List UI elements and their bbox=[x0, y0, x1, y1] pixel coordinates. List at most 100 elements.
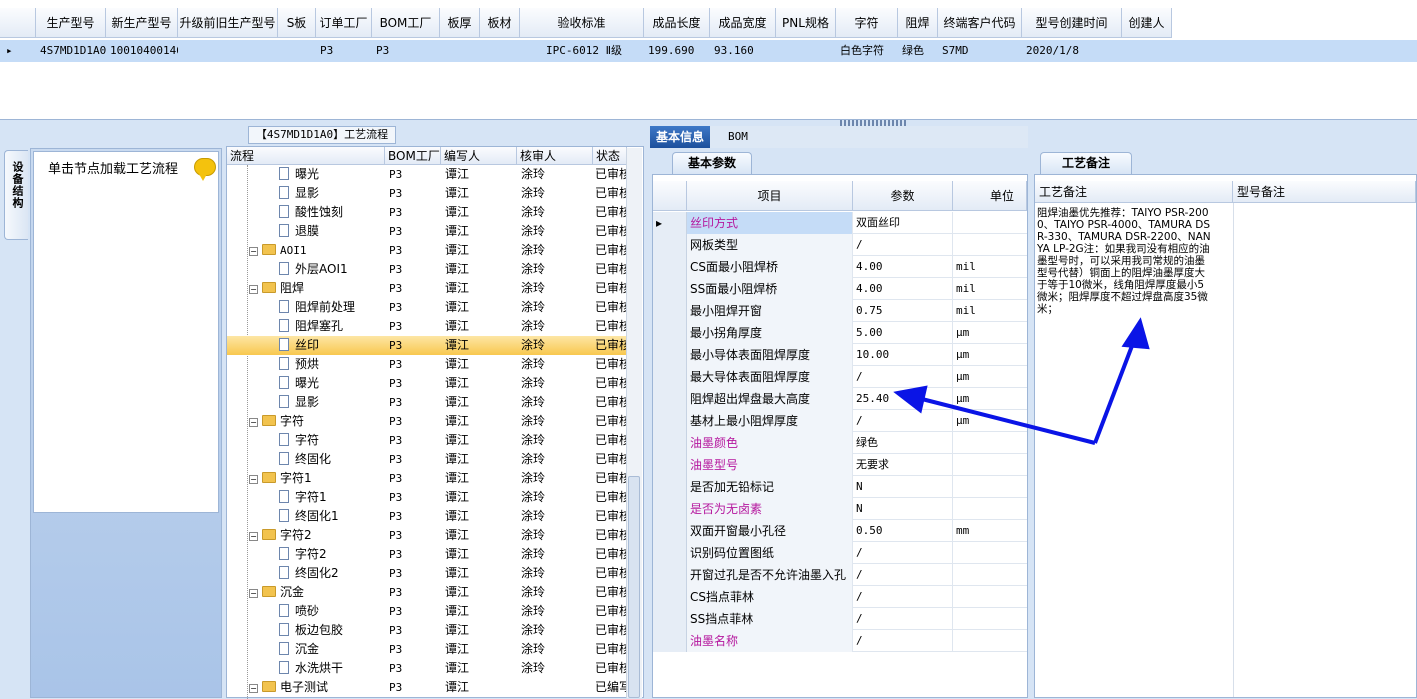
process-row[interactable]: 显影 P3 谭江 涂玲 已审核 bbox=[227, 184, 629, 203]
model-notes-header[interactable]: 型号备注 bbox=[1233, 181, 1416, 203]
process-row[interactable]: 字符1 P3 谭江 涂玲 已审核 bbox=[227, 488, 629, 507]
process-tree[interactable]: 流程 BOM工厂 编写人 核审人 状态 曝光 P3 谭江 涂玲 已审核 显影 P3 谭江 涂玲 已审核 酸性… bbox=[226, 146, 644, 699]
param-row[interactable]: 双面开窗最小孔径 0.50 mm bbox=[653, 520, 1027, 542]
grid-cell-col-3[interactable] bbox=[282, 40, 316, 62]
param-value[interactable]: / bbox=[853, 608, 953, 630]
param-row[interactable]: 最小导体表面阻焊厚度 10.00 μm bbox=[653, 344, 1027, 366]
grid-cell-col-13[interactable]: 绿色 bbox=[902, 40, 938, 62]
grid-header-col-0[interactable]: 生产型号 bbox=[36, 8, 106, 38]
process-header-col-2[interactable]: 编写人 bbox=[441, 147, 517, 165]
process-header-col-4[interactable]: 状态 bbox=[593, 147, 627, 165]
process-row[interactable]: 丝印 P3 谭江 涂玲 已审核 bbox=[227, 336, 629, 355]
process-header-col-1[interactable]: BOM工厂 bbox=[385, 147, 441, 165]
param-row[interactable]: 基材上最小阻焊厚度 / μm bbox=[653, 410, 1027, 432]
device-structure-tab[interactable]: 设备结构 bbox=[4, 150, 28, 240]
param-row[interactable]: SS面最小阻焊桥 4.00 mil bbox=[653, 278, 1027, 300]
param-row[interactable]: 识别码位置图纸 / bbox=[653, 542, 1027, 564]
grid-header-col-1[interactable]: 新生产型号 bbox=[106, 8, 178, 38]
grid-header-col-12[interactable]: 字符 bbox=[836, 8, 898, 38]
param-row[interactable]: 油墨颜色 绿色 bbox=[653, 432, 1027, 454]
process-row[interactable]: 退膜 P3 谭江 涂玲 已审核 bbox=[227, 222, 629, 241]
param-row[interactable]: 网板类型 / bbox=[653, 234, 1027, 256]
param-row[interactable]: 油墨型号 无要求 bbox=[653, 454, 1027, 476]
process-row[interactable]: 阻焊前处理 P3 谭江 涂玲 已审核 bbox=[227, 298, 629, 317]
grid-header-col-9[interactable]: 成品长度 bbox=[644, 8, 710, 38]
collapse-icon[interactable]: − bbox=[249, 285, 258, 294]
grid-cell-col-6[interactable] bbox=[444, 40, 480, 62]
collapse-icon[interactable]: − bbox=[249, 589, 258, 598]
param-row[interactable]: CS挡点菲林 / bbox=[653, 586, 1027, 608]
param-value[interactable]: / bbox=[853, 586, 953, 608]
process-row[interactable]: 终固化2 P3 谭江 涂玲 已审核 bbox=[227, 564, 629, 583]
process-row[interactable]: 喷砂 P3 谭江 涂玲 已审核 bbox=[227, 602, 629, 621]
param-row[interactable]: 开窗过孔是否不允许油墨入孔 / bbox=[653, 564, 1027, 586]
params-header-value[interactable]: 参数 bbox=[853, 181, 953, 211]
craft-note-text[interactable]: 阻焊油墨优先推荐：TAIYO PSR-2000、TAIYO PSR-4000、T… bbox=[1037, 207, 1213, 315]
process-row[interactable]: 终固化 P3 谭江 涂玲 已审核 bbox=[227, 450, 629, 469]
params-header-item[interactable]: 项目 bbox=[687, 181, 853, 211]
process-row[interactable]: 曝光 P3 谭江 涂玲 已审核 bbox=[227, 165, 629, 184]
param-row[interactable]: 阻焊超出焊盘最大高度 25.40 μm bbox=[653, 388, 1027, 410]
param-row[interactable]: 是否为无卤素 N bbox=[653, 498, 1027, 520]
process-row[interactable]: − 字符1 P3 谭江 涂玲 已审核 bbox=[227, 469, 629, 488]
process-row[interactable]: 沉金 P3 谭江 涂玲 已审核 bbox=[227, 640, 629, 659]
grid-cell-col-4[interactable]: P3 bbox=[320, 40, 372, 62]
collapse-icon[interactable]: − bbox=[249, 532, 258, 541]
grid-header-col-13[interactable]: 阻焊 bbox=[898, 8, 938, 38]
process-header-col-3[interactable]: 核审人 bbox=[517, 147, 593, 165]
param-value[interactable]: / bbox=[853, 410, 953, 432]
param-value[interactable]: 5.00 bbox=[853, 322, 953, 344]
grid-header-col-3[interactable]: S板 bbox=[278, 8, 316, 38]
grid-cell-col-15[interactable]: 2020/1/8 bbox=[1026, 40, 1122, 62]
tab-basic-params[interactable]: 基本参数 bbox=[672, 152, 752, 174]
process-row[interactable]: 字符 P3 谭江 涂玲 已审核 bbox=[227, 431, 629, 450]
param-value[interactable]: 0.50 bbox=[853, 520, 953, 542]
param-value[interactable]: / bbox=[853, 564, 953, 586]
param-value[interactable]: 绿色 bbox=[853, 432, 953, 454]
tab-bom[interactable]: BOM bbox=[722, 126, 754, 148]
process-row[interactable]: − 阻焊 P3 谭江 涂玲 已审核 bbox=[227, 279, 629, 298]
grid-header-col-15[interactable]: 型号创建时间 bbox=[1022, 8, 1122, 38]
grid-cell-col-9[interactable]: 199.690 bbox=[648, 40, 710, 62]
process-row[interactable]: − 字符 P3 谭江 涂玲 已审核 bbox=[227, 412, 629, 431]
tab-basic-info[interactable]: 基本信息 bbox=[650, 126, 711, 148]
param-value[interactable]: / bbox=[853, 234, 953, 256]
grid-cell-col-16[interactable] bbox=[1126, 40, 1172, 62]
process-row[interactable]: 水洗烘干 P3 谭江 涂玲 已审核 bbox=[227, 659, 629, 678]
param-value[interactable]: 无要求 bbox=[853, 454, 953, 476]
grid-cell-col-8[interactable]: IPC-6012 Ⅱ级 bbox=[524, 40, 644, 62]
param-row[interactable]: 油墨名称 / bbox=[653, 630, 1027, 652]
grid-header-col-10[interactable]: 成品宽度 bbox=[710, 8, 776, 38]
grid-header-col-16[interactable]: 创建人 bbox=[1122, 8, 1172, 38]
process-row[interactable]: 字符2 P3 谭江 涂玲 已审核 bbox=[227, 545, 629, 564]
grid-header-col-6[interactable]: 板厚 bbox=[440, 8, 480, 38]
craft-notes-header[interactable]: 工艺备注 bbox=[1035, 181, 1233, 203]
process-row[interactable]: − AOI1 P3 谭江 涂玲 已审核 bbox=[227, 241, 629, 260]
param-value[interactable]: / bbox=[853, 630, 953, 652]
param-value[interactable]: 4.00 bbox=[853, 256, 953, 278]
collapse-icon[interactable]: − bbox=[249, 475, 258, 484]
param-value[interactable]: 4.00 bbox=[853, 278, 953, 300]
param-row[interactable]: 最小拐角厚度 5.00 μm bbox=[653, 322, 1027, 344]
param-value[interactable]: N bbox=[853, 498, 953, 520]
param-row[interactable]: 是否加无铅标记 N bbox=[653, 476, 1027, 498]
process-header-col-0[interactable]: 流程 bbox=[227, 147, 385, 165]
process-row[interactable]: − 电子测试 P3 谭江 已编写 bbox=[227, 678, 629, 697]
process-row[interactable]: 终固化1 P3 谭江 涂玲 已审核 bbox=[227, 507, 629, 526]
param-value[interactable]: 10.00 bbox=[853, 344, 953, 366]
param-row[interactable]: 最大导体表面阻焊厚度 / μm bbox=[653, 366, 1027, 388]
grid-header-col-5[interactable]: BOM工厂 bbox=[372, 8, 440, 38]
params-header-unit[interactable]: 单位 bbox=[953, 181, 1027, 211]
param-value[interactable]: N bbox=[853, 476, 953, 498]
grid-header-col-14[interactable]: 终端客户代码 bbox=[938, 8, 1022, 38]
grid-cell-col-5[interactable]: P3 bbox=[376, 40, 440, 62]
param-value[interactable]: / bbox=[853, 542, 953, 564]
collapse-icon[interactable]: − bbox=[249, 247, 258, 256]
param-row[interactable]: 最小阻焊开窗 0.75 mil bbox=[653, 300, 1027, 322]
process-row[interactable]: 板边包胶 P3 谭江 涂玲 已审核 bbox=[227, 621, 629, 640]
grid-cell-col-1[interactable]: 10010400146621 bbox=[110, 40, 178, 62]
grid-cell-col-10[interactable]: 93.160 bbox=[714, 40, 776, 62]
grid-cell-col-11[interactable] bbox=[780, 40, 836, 62]
param-row[interactable]: SS挡点菲林 / bbox=[653, 608, 1027, 630]
process-tree-scroll-thumb[interactable] bbox=[628, 476, 640, 698]
